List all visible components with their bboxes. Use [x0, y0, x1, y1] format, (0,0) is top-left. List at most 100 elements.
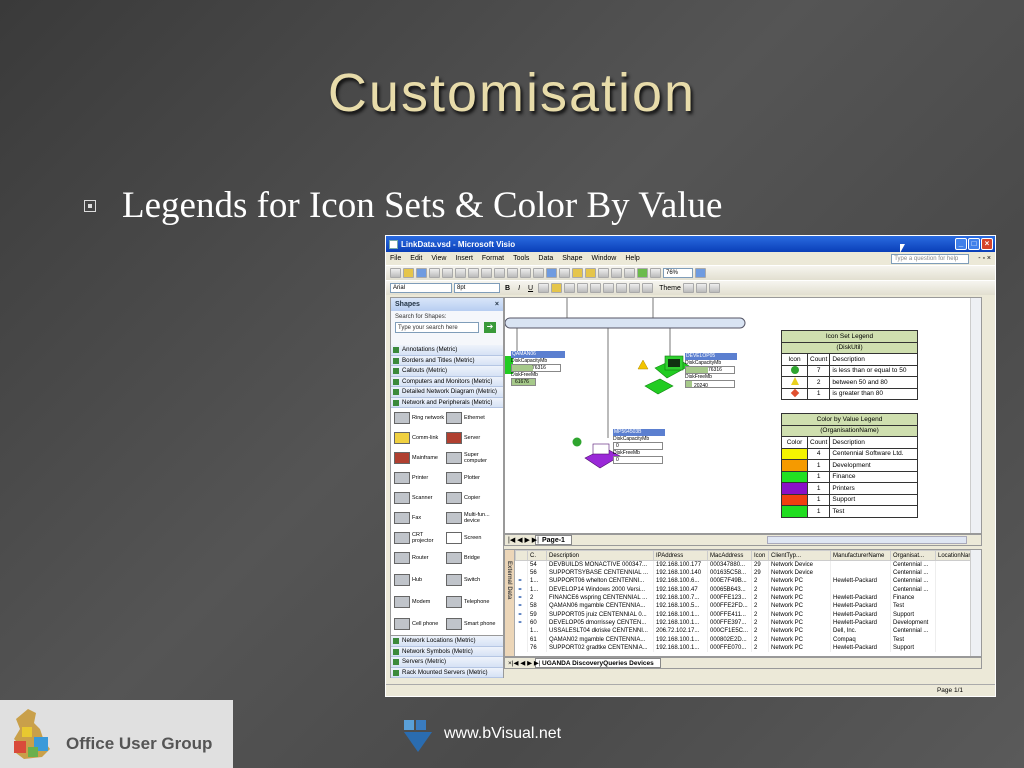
font-select[interactable]: Arial — [390, 283, 452, 293]
grid-vertical-scrollbar[interactable] — [970, 550, 981, 656]
spelling-icon[interactable] — [468, 268, 479, 278]
format-painter-icon[interactable] — [533, 268, 544, 278]
node-develop05[interactable]: DEVELOP05 DiskCapacityMb 76316 DiskFreeM… — [685, 353, 737, 389]
drawing-horizontal-scrollbar[interactable] — [767, 536, 967, 544]
menu-tools[interactable]: Tools — [513, 255, 529, 262]
shape-bridge[interactable]: Bridge — [446, 552, 498, 564]
node-qaman06[interactable]: QAMAN06 DiskCapacityMb 76316 DiskFreeMb … — [511, 351, 565, 386]
line-ends-icon[interactable] — [708, 283, 720, 293]
underline-button[interactable]: U — [528, 285, 533, 292]
shape-printer[interactable]: Printer — [394, 472, 446, 484]
stencil-computers-monitors[interactable]: Computers and Monitors (Metric) — [391, 376, 503, 387]
shape-plotter[interactable]: Plotter — [446, 472, 498, 484]
align-right-icon[interactable] — [564, 283, 576, 293]
shape-screen[interactable]: Screen — [446, 532, 498, 544]
col-header[interactable]: Icon — [751, 550, 769, 561]
page-nav-arrows[interactable]: |◀ ◀ ▶ ▶| — [508, 536, 539, 544]
theme-button[interactable]: Theme — [659, 285, 681, 292]
stencil-annotations[interactable]: Annotations (Metric) — [391, 345, 503, 356]
col-header[interactable]: MacAddress — [707, 550, 752, 561]
paste-icon[interactable] — [520, 268, 531, 278]
shape-server[interactable]: Server — [446, 432, 498, 444]
shape-crt-projector[interactable]: CRT projector — [394, 532, 446, 544]
line-pattern-icon[interactable] — [695, 283, 707, 293]
external-data-tab[interactable]: UGANDA DiscoveryQueries Devices — [535, 658, 661, 668]
font-size-select[interactable]: 8pt — [454, 283, 500, 293]
pointer-tool-icon[interactable] — [585, 268, 596, 278]
ethernet-backbone[interactable] — [505, 317, 746, 329]
menu-window-controls[interactable]: - ▫ × — [978, 255, 991, 262]
shape-multifunction-device[interactable]: Multi-fun... device — [446, 512, 498, 524]
maximize-button[interactable]: □ — [968, 238, 980, 250]
permission-icon[interactable] — [429, 268, 440, 278]
color-by-value-legend[interactable]: Color by Value Legend (OrganisationName)… — [781, 413, 918, 518]
zoom-select[interactable]: 76% — [663, 268, 693, 278]
shapes-panel-close-icon[interactable]: × — [495, 298, 499, 311]
bullets-icon[interactable] — [577, 283, 589, 293]
menu-window[interactable]: Window — [591, 255, 616, 262]
italic-button[interactable]: I — [518, 285, 520, 292]
menu-edit[interactable]: Edit — [410, 255, 422, 262]
menu-insert[interactable]: Insert — [455, 255, 473, 262]
copy-icon[interactable] — [507, 268, 518, 278]
menu-format[interactable]: Format — [482, 255, 504, 262]
shape-super-computer[interactable]: Super computer — [446, 452, 498, 464]
font-color-icon[interactable] — [616, 283, 628, 293]
shape-ethernet[interactable]: Ethernet — [446, 412, 498, 424]
close-button[interactable]: × — [981, 238, 993, 250]
drawing-tools-icon[interactable] — [624, 268, 635, 278]
line-weight-icon[interactable] — [682, 283, 694, 293]
stencil-network-peripherals[interactable]: Network and Peripherals (Metric) — [391, 397, 503, 408]
stencil-callouts[interactable]: Callouts (Metric) — [391, 366, 503, 377]
redo-icon[interactable] — [559, 268, 570, 278]
connector-tool-icon[interactable] — [598, 268, 609, 278]
stencil-network-symbols[interactable]: Network Symbols (Metric) — [391, 646, 503, 657]
col-header[interactable]: ClientTyp... — [768, 550, 831, 561]
shape-router[interactable]: Router — [394, 552, 446, 564]
ext-tab-nav-arrows[interactable]: ×|◀ ◀ ▶ ▶| — [508, 659, 541, 667]
page-tab[interactable]: Page-1 — [535, 535, 572, 545]
shape-comm-link[interactable]: Comm-link — [394, 432, 446, 444]
shape-ring-network[interactable]: Ring network — [394, 412, 446, 424]
menu-view[interactable]: View — [431, 255, 446, 262]
table-row[interactable]: ⚭ 60 DEVELOP05 dmorrissey CENTEN... 192.168… — [515, 618, 972, 628]
shape-modem[interactable]: Modem — [394, 596, 446, 608]
print-icon[interactable] — [442, 268, 453, 278]
drawing-canvas[interactable]: QAMAN06 DiskCapacityMb 76316 DiskFreeMb … — [504, 297, 982, 534]
pan-zoom-icon[interactable] — [650, 268, 661, 278]
footer-url[interactable]: www.bVisual.net — [444, 725, 561, 743]
save-icon[interactable] — [416, 268, 427, 278]
table-row[interactable]: ⚭ 2 FINANCE6 wspring CENTENNIAL ... 192.168… — [515, 593, 972, 603]
menu-help[interactable]: Help — [625, 255, 639, 262]
shapes-icon[interactable] — [572, 268, 583, 278]
undo-icon[interactable] — [546, 268, 557, 278]
open-icon[interactable] — [403, 268, 414, 278]
stencil-detailed-network[interactable]: Detailed Network Diagram (Metric) — [391, 387, 503, 398]
table-row[interactable]: ⚭ 59 SUPPORT05 jruiz CENTENNIAL 0... 192.16… — [515, 610, 972, 619]
text-tool-icon[interactable] — [611, 268, 622, 278]
help-search-input[interactable]: Type a question for help — [891, 253, 970, 264]
align-left-icon[interactable] — [538, 283, 550, 293]
col-header[interactable]: ManufacturerName — [830, 550, 891, 561]
shape-fax[interactable]: Fax — [394, 512, 446, 524]
search-shapes-input[interactable]: Type your search here — [395, 322, 479, 333]
increase-indent-icon[interactable] — [603, 283, 615, 293]
table-row[interactable]: 76 SUPPORT02 gradtke CENTENNIA... 192.168.… — [515, 643, 972, 652]
col-header[interactable]: IPAddress — [653, 550, 708, 561]
search-go-button[interactable]: ➔ — [484, 322, 496, 333]
icon-set-legend[interactable]: Icon Set Legend (DiskUtil) Icon Count Desc… — [781, 330, 918, 400]
stencil-servers[interactable]: Servers (Metric) — [391, 657, 503, 668]
cut-icon[interactable] — [494, 268, 505, 278]
minimize-button[interactable]: _ — [955, 238, 967, 250]
col-header[interactable]: LocationNan — [935, 550, 972, 561]
print-preview-icon[interactable] — [455, 268, 466, 278]
bold-button[interactable]: B — [505, 285, 510, 292]
stencil-rack-servers[interactable]: Rack Mounted Servers (Metric) — [391, 667, 503, 678]
table-row[interactable]: 1... USSALESLT04 dkriske CENTENNI... 206.7… — [515, 627, 972, 636]
line-color-icon[interactable] — [629, 283, 641, 293]
align-center-icon[interactable] — [551, 283, 563, 293]
stencil-network-locations[interactable]: Network Locations (Metric) — [391, 636, 503, 647]
research-icon[interactable] — [481, 268, 492, 278]
shape-mainframe[interactable]: Mainframe — [394, 452, 446, 464]
col-header[interactable]: C. — [527, 550, 547, 561]
